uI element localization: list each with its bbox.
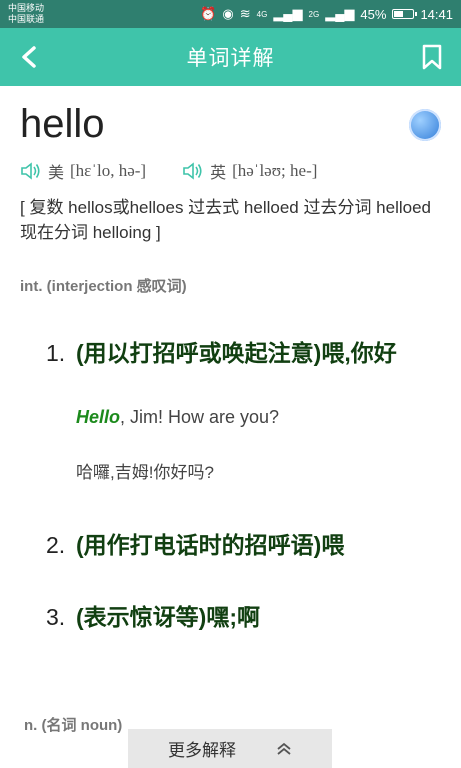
page-title: 单词详解 [186,47,275,70]
word-detail: hello 美 [hɛˈlo, hə-] 英 [həˈləʊ; he-] [ 复… [0,102,461,634]
more-explanations-button[interactable]: 更多解释 [128,729,332,768]
battery-icon [392,9,418,19]
definition-text: (用以打招呼或唤起注意)喂,你好 [76,340,397,366]
battery-percent: 45% [360,6,387,22]
example-highlight: Hello [76,407,121,427]
signal-icon-2: ▂▄▆ [325,6,355,21]
part-of-speech-noun: n. (名词 noun) [24,717,123,734]
definition-list: 1. (用以打招呼或唤起注意)喂,你好 Hello, Jim! How are … [20,336,441,634]
clock: 14:41 [420,6,453,22]
part-of-speech-int: int. (interjection 感叹词) [20,278,187,295]
definition-item: 2. (用作打电话时的招呼语)喂 [46,528,441,562]
pronunciation-row: 美 [hɛˈlo, hə-] 英 [həˈləʊ; he-] [20,159,441,183]
app-bar: 单词详解 [0,28,461,86]
pron-us-ipa: [hɛˈlo, hə-] [70,161,147,180]
example-rest: , Jim! How are you? [120,407,280,427]
carrier-2: 中国联通 [8,14,45,24]
definition-number: 1. [46,340,66,366]
definition-item: 1. (用以打招呼或唤起注意)喂,你好 Hello, Jim! How are … [46,336,441,490]
word-header: hello [20,102,441,147]
word-forms: [ 复数 hellos或helloes 过去式 helloed 过去分词 hel… [20,198,432,242]
alarm-icon: ⏰ [200,6,217,21]
pron-us-region: 美 [48,163,65,182]
battery-fill [394,11,403,17]
definition-item: 3. (表示惊讶等)嘿;啊 [46,600,441,634]
signal-icon: ▂▄▆ [273,6,303,21]
carrier-info: 中国移动 中国联通 [8,3,44,25]
status-icons: ⏰ ◉ ≋ 4G ▂▄▆ 2G ▂▄▆ 45% 14:41 [200,6,453,22]
globe-icon[interactable] [409,108,441,141]
definition-text: (表示惊讶等)嘿;啊 [76,604,260,630]
speaker-icon [183,162,202,180]
pron-us[interactable]: 美 [hɛˈlo, hə-] [20,159,146,183]
more-explanations-label: 更多解释 [168,741,236,760]
definition-number: 3. [46,604,66,630]
wifi-icon: ≋ [239,6,251,21]
speaker-icon [21,162,40,180]
pron-uk-region: 英 [210,163,227,182]
example-translation: 哈囉,吉姆!你好吗? [76,463,214,482]
status-bar: 中国移动 中国联通 ⏰ ◉ ≋ 4G ▂▄▆ 2G ▂▄▆ 45% 14:41 [0,0,461,28]
network-type-2: 2G [308,9,320,19]
carrier-1: 中国移动 [8,3,45,13]
definition-text: (用作打电话时的招呼语)喂 [76,532,345,558]
pron-uk[interactable]: 英 [həˈləʊ; he-] [182,159,317,183]
definition-number: 2. [46,532,66,558]
pron-uk-ipa: [həˈləʊ; he-] [232,161,318,180]
headword: hello [20,102,105,146]
back-icon[interactable] [14,42,44,72]
double-chevron-up-icon [277,742,291,755]
network-type-1: 4G [256,9,268,19]
example-sentence: Hello, Jim! How are you? [76,404,441,430]
bookmark-icon[interactable] [417,42,447,72]
eye-icon: ◉ [222,6,234,21]
